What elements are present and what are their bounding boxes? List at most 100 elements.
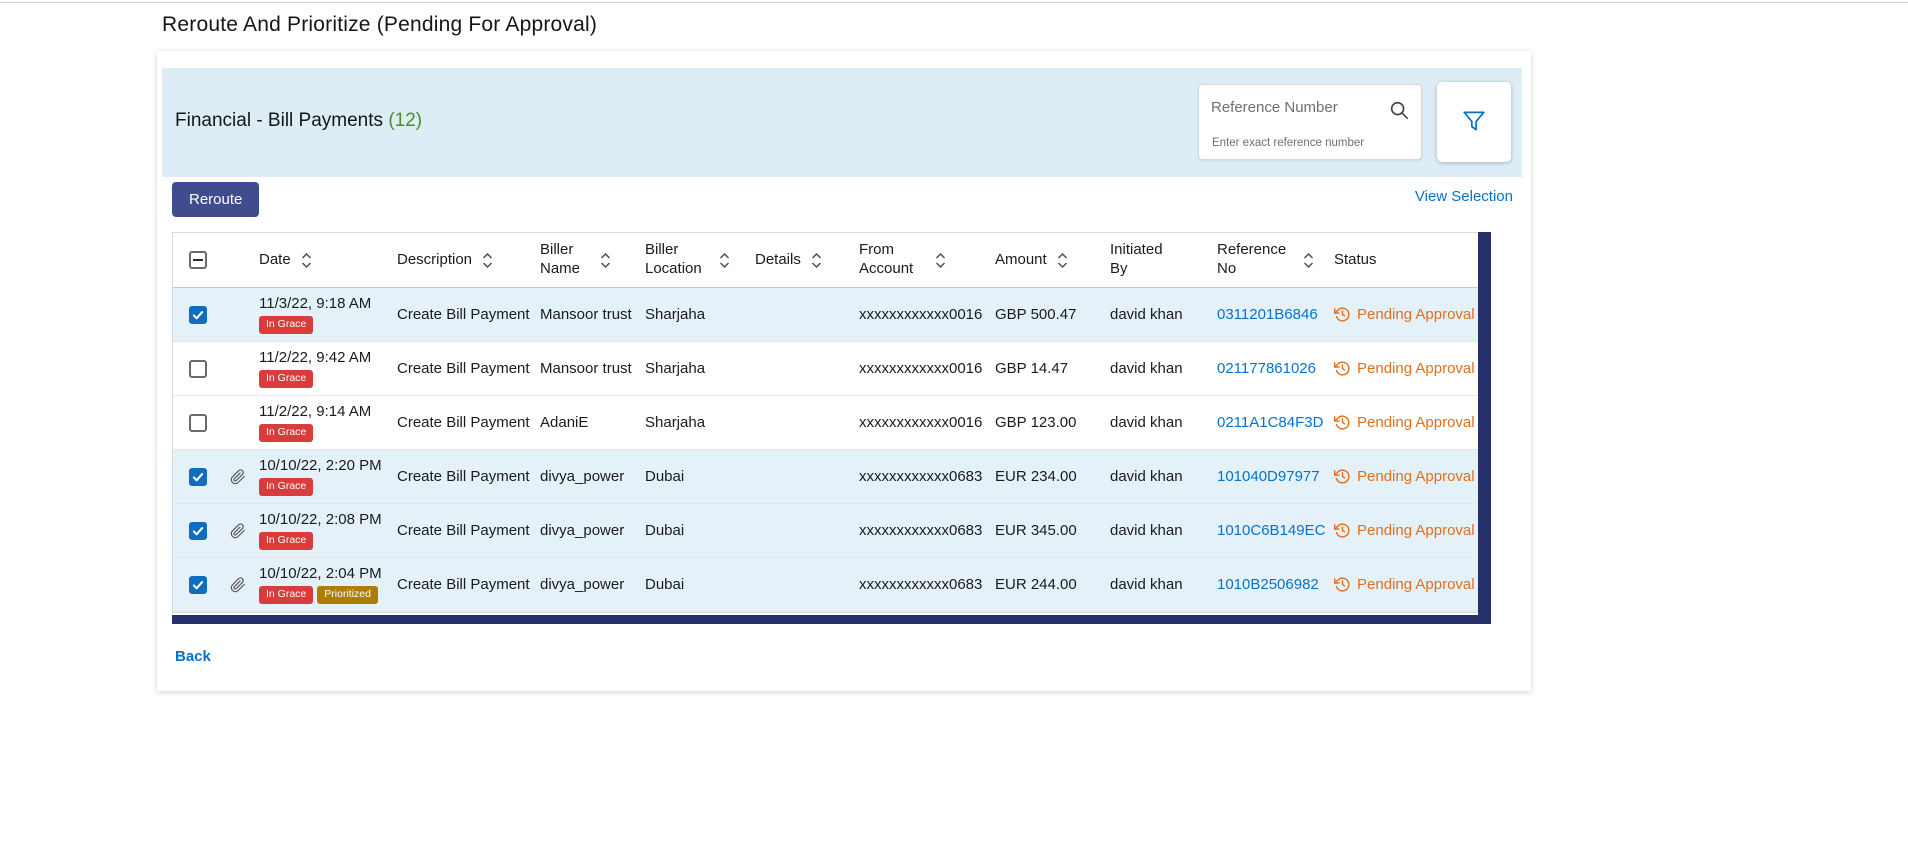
row-description: Create Bill Payment <box>391 522 534 539</box>
table-horizontal-scrollbar[interactable] <box>172 613 1478 624</box>
record-count: (12) <box>388 110 422 131</box>
row-from-account: xxxxxxxxxxxx0683 <box>853 468 989 485</box>
table-vertical-scrollbar[interactable] <box>1478 232 1491 624</box>
row-biller-name: divya_power <box>534 468 639 485</box>
search-button[interactable] <box>1385 97 1413 125</box>
reference-no-link[interactable]: 0211A1C84F3D <box>1217 414 1323 431</box>
row-initiated-by: david khan <box>1104 468 1211 485</box>
row-amount: GBP 500.47 <box>989 306 1104 323</box>
row-description: Create Bill Payment <box>391 576 534 593</box>
row-checkbox[interactable] <box>189 414 207 432</box>
badge-list: In Grace <box>259 370 391 388</box>
pending-clock-icon <box>1334 306 1351 323</box>
column-header-details[interactable]: Details <box>749 251 853 270</box>
pending-clock-icon <box>1334 576 1351 593</box>
column-label: Initiated By <box>1110 241 1174 279</box>
badge-in-grace: In Grace <box>259 424 313 442</box>
row-date-cell: 11/2/22, 9:14 AM In Grace <box>253 403 391 442</box>
row-from-account: xxxxxxxxxxxx0683 <box>853 576 989 593</box>
sort-icon[interactable] <box>600 252 611 269</box>
row-status-cell: Pending Approval <box>1328 360 1478 377</box>
column-label: Reference No <box>1217 241 1293 279</box>
select-all-checkbox[interactable] <box>189 251 207 269</box>
column-header-reference-no[interactable]: Reference No <box>1211 241 1328 279</box>
column-header-date[interactable]: Date <box>253 251 391 270</box>
row-status-cell: Pending Approval <box>1328 306 1478 323</box>
sort-icon[interactable] <box>935 252 946 269</box>
filter-button[interactable] <box>1437 82 1511 162</box>
reference-number-input[interactable] <box>1211 99 1369 116</box>
row-date-cell: 10/10/22, 2:20 PM In Grace <box>253 457 391 496</box>
row-reference-cell: 021177861026 <box>1211 360 1328 377</box>
column-header-status: Status <box>1328 251 1478 270</box>
badge-list: In Grace <box>259 532 391 550</box>
row-checkbox-cell <box>173 522 223 540</box>
row-checkbox-cell <box>173 414 223 432</box>
row-description: Create Bill Payment <box>391 306 534 323</box>
search-icon <box>1388 99 1410 124</box>
row-biller-name: AdaniE <box>534 414 639 431</box>
row-initiated-by: david khan <box>1104 522 1211 539</box>
status-label: Pending Approval <box>1357 576 1475 593</box>
row-description: Create Bill Payment <box>391 468 534 485</box>
reference-no-link[interactable]: 1010C6B149EC <box>1217 522 1325 539</box>
back-link[interactable]: Back <box>175 648 211 665</box>
page-title: Reroute And Prioritize (Pending For Appr… <box>162 13 597 37</box>
row-initiated-by: david khan <box>1104 576 1211 593</box>
row-reference-cell: 101040D97977 <box>1211 468 1328 485</box>
column-header-from-account[interactable]: From Account <box>853 241 989 279</box>
column-header-amount[interactable]: Amount <box>989 251 1104 270</box>
row-status-cell: Pending Approval <box>1328 468 1478 485</box>
row-biller-location: Dubai <box>639 468 749 485</box>
reference-no-link[interactable]: 0311201B6846 <box>1217 306 1318 323</box>
reference-no-link[interactable]: 101040D97977 <box>1217 468 1320 485</box>
table-row: 11/2/22, 9:14 AM In Grace Create Bill Pa… <box>173 396 1478 450</box>
row-reference-cell: 1010C6B149EC <box>1211 522 1328 539</box>
panel-title-text: Financial - Bill Payments <box>175 110 383 131</box>
row-biller-name: divya_power <box>534 522 639 539</box>
row-attachment-cell <box>223 361 253 377</box>
row-amount: EUR 234.00 <box>989 468 1104 485</box>
table-row: 10/10/22, 2:04 PM In GracePrioritized Cr… <box>173 558 1478 612</box>
row-reference-cell: 0311201B6846 <box>1211 306 1328 323</box>
table-row: 10/10/22, 2:08 PM In Grace Create Bill P… <box>173 504 1478 558</box>
paperclip-icon <box>230 469 246 485</box>
row-checkbox[interactable] <box>189 576 207 594</box>
column-header-description[interactable]: Description <box>391 251 534 270</box>
row-status-cell: Pending Approval <box>1328 522 1478 539</box>
column-label: Description <box>397 251 472 270</box>
status-label: Pending Approval <box>1357 522 1475 539</box>
reference-no-link[interactable]: 1010B2506982 <box>1217 576 1319 593</box>
reference-search-box: Enter exact reference number <box>1198 84 1422 160</box>
row-biller-location: Sharjaha <box>639 414 749 431</box>
row-checkbox[interactable] <box>189 360 207 378</box>
row-biller-location: Dubai <box>639 522 749 539</box>
summary-panel: Financial - Bill Payments (12) Enter exa… <box>162 68 1522 177</box>
sort-icon[interactable] <box>811 252 822 269</box>
row-checkbox[interactable] <box>189 522 207 540</box>
row-from-account: xxxxxxxxxxxx0016 <box>853 360 989 377</box>
sort-icon[interactable] <box>1303 252 1314 269</box>
row-description: Create Bill Payment <box>391 414 534 431</box>
table-body: 11/3/22, 9:18 AM In Grace Create Bill Pa… <box>173 288 1478 612</box>
row-date: 11/3/22, 9:18 AM <box>259 295 391 312</box>
reroute-button[interactable]: Reroute <box>172 182 259 217</box>
column-label: From Account <box>859 241 925 279</box>
row-attachment-cell <box>223 523 253 539</box>
column-header-biller-name[interactable]: Biller Name <box>534 241 639 279</box>
sort-icon[interactable] <box>719 252 730 269</box>
row-status-cell: Pending Approval <box>1328 576 1478 593</box>
badge-list: In Grace <box>259 316 391 334</box>
reference-no-link[interactable]: 021177861026 <box>1217 360 1316 377</box>
filter-icon <box>1461 108 1487 137</box>
sort-icon[interactable] <box>482 252 493 269</box>
sort-icon[interactable] <box>1057 252 1068 269</box>
pending-clock-icon <box>1334 360 1351 377</box>
view-selection-link[interactable]: View Selection <box>1415 188 1513 205</box>
row-checkbox[interactable] <box>189 306 207 324</box>
row-checkbox[interactable] <box>189 468 207 486</box>
row-date-cell: 10/10/22, 2:04 PM In GracePrioritized <box>253 565 391 604</box>
column-header-biller-location[interactable]: Biller Location <box>639 241 749 279</box>
pending-clock-icon <box>1334 522 1351 539</box>
sort-icon[interactable] <box>301 252 312 269</box>
